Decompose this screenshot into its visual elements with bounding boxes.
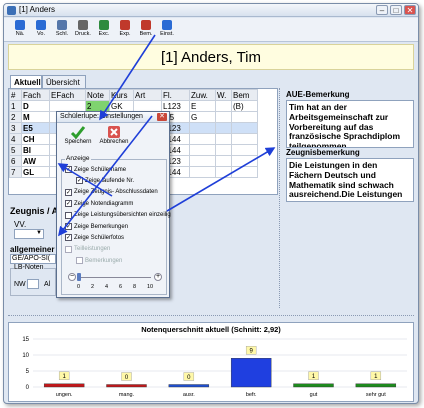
arrow-to-aue-bemerkung (166, 147, 276, 212)
arrow-to-schuelername (57, 163, 113, 197)
arrow-settings-to-dialog (99, 34, 156, 121)
annotation-arrows (57, 34, 276, 237)
main-window: [1] Anders – □ ✕ Nä. Vo. Schl. Druck. Exc. Ex… (3, 3, 419, 404)
arrow-to-bemerkungen-option (58, 115, 153, 237)
